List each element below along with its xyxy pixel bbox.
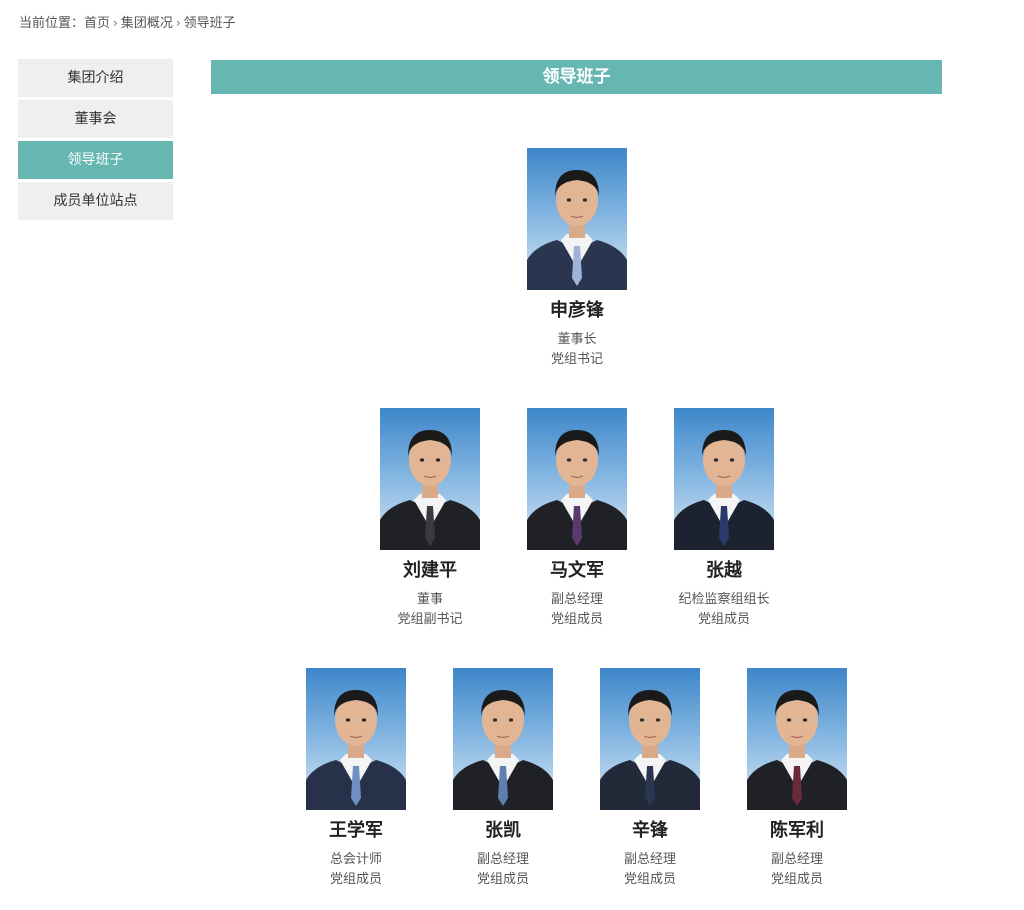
- leader-photo[interactable]: [747, 668, 847, 810]
- leader-name[interactable]: 申彦锋: [503, 299, 651, 323]
- leader-role: 总会计师: [329, 852, 382, 867]
- leader-card: 陈军利 副总经理 党组成员: [723, 668, 871, 890]
- leader-name[interactable]: 陈军利: [723, 819, 871, 843]
- sidebar-item-board[interactable]: 董事会: [18, 100, 173, 138]
- breadcrumb-separator: ›: [113, 16, 118, 30]
- portrait-silhouette: [600, 690, 700, 810]
- leader-roles: 总会计师 党组成员: [282, 850, 430, 890]
- leader-roles: 副总经理 党组成员: [503, 590, 651, 630]
- leader-roles: 董事 党组副书记: [356, 590, 504, 630]
- leader-photo[interactable]: [600, 668, 700, 810]
- leader-role: 董事: [416, 592, 443, 607]
- leader-card: 王学军 总会计师 党组成员: [282, 668, 430, 890]
- leader-photo[interactable]: [453, 668, 553, 810]
- leader-role: 党组成员: [550, 612, 603, 627]
- leader-card: 申彦锋 董事长 党组书记: [503, 148, 651, 370]
- leader-role: 副总经理: [770, 852, 823, 867]
- leader-role: 党组成员: [770, 872, 823, 887]
- breadcrumb-current: 领导班子: [183, 16, 236, 31]
- leader-photo[interactable]: [527, 148, 627, 290]
- leader-photo[interactable]: [306, 668, 406, 810]
- leader-card: 张越 纪检监察组组长 党组成员: [650, 408, 798, 630]
- portrait-silhouette: [527, 170, 627, 290]
- leader-name[interactable]: 刘建平: [356, 559, 504, 583]
- breadcrumb-label: 当前位置：: [19, 16, 85, 31]
- portrait-silhouette: [306, 690, 406, 810]
- leader-card: 张凯 副总经理 党组成员: [429, 668, 577, 890]
- leader-role: 党组成员: [697, 612, 750, 627]
- leader-role: 董事长: [557, 332, 597, 347]
- sidebar: 集团介绍 董事会 领导班子 成员单位站点: [18, 59, 173, 223]
- leader-roles: 副总经理 党组成员: [429, 850, 577, 890]
- breadcrumb-group-overview-link[interactable]: 集团概况: [121, 16, 173, 31]
- leader-role: 党组成员: [623, 872, 676, 887]
- leader-name[interactable]: 张越: [650, 559, 798, 583]
- leader-role: 副总经理: [623, 852, 676, 867]
- portrait-silhouette: [674, 430, 774, 550]
- leader-card: 马文军 副总经理 党组成员: [503, 408, 651, 630]
- leader-photo[interactable]: [380, 408, 480, 550]
- leader-role: 党组成员: [476, 872, 529, 887]
- leader-role: 党组书记: [550, 352, 603, 367]
- portrait-silhouette: [380, 430, 480, 550]
- leader-name[interactable]: 王学军: [282, 819, 430, 843]
- leader-card: 辛锋 副总经理 党组成员: [576, 668, 724, 890]
- leader-name[interactable]: 张凯: [429, 819, 577, 843]
- leader-roles: 副总经理 党组成员: [576, 850, 724, 890]
- leader-role: 副总经理: [550, 592, 603, 607]
- portrait-silhouette: [453, 690, 553, 810]
- leader-role: 纪检监察组组长: [678, 592, 770, 607]
- leader-photo[interactable]: [674, 408, 774, 550]
- section-title: 领导班子: [211, 60, 942, 94]
- breadcrumb-home-link[interactable]: 首页: [84, 16, 110, 31]
- leader-roles: 纪检监察组组长 党组成员: [650, 590, 798, 630]
- sidebar-item-member-sites[interactable]: 成员单位站点: [18, 182, 173, 220]
- leader-roles: 董事长 党组书记: [503, 330, 651, 370]
- breadcrumb: 当前位置：首页 › 集团概况 › 领导班子: [19, 13, 236, 34]
- leader-card: 刘建平 董事 党组副书记: [356, 408, 504, 630]
- leader-role: 党组副书记: [397, 612, 463, 627]
- leader-photo[interactable]: [527, 408, 627, 550]
- sidebar-item-group-intro[interactable]: 集团介绍: [18, 59, 173, 97]
- breadcrumb-separator: ›: [175, 16, 181, 30]
- leader-roles: 副总经理 党组成员: [723, 850, 871, 890]
- leader-name[interactable]: 马文军: [503, 559, 651, 583]
- portrait-silhouette: [747, 690, 847, 810]
- leader-role: 党组成员: [329, 872, 382, 887]
- sidebar-item-leadership[interactable]: 领导班子: [18, 141, 173, 179]
- leader-name[interactable]: 辛锋: [576, 819, 724, 843]
- portrait-silhouette: [527, 430, 627, 550]
- leader-role: 副总经理: [476, 852, 529, 867]
